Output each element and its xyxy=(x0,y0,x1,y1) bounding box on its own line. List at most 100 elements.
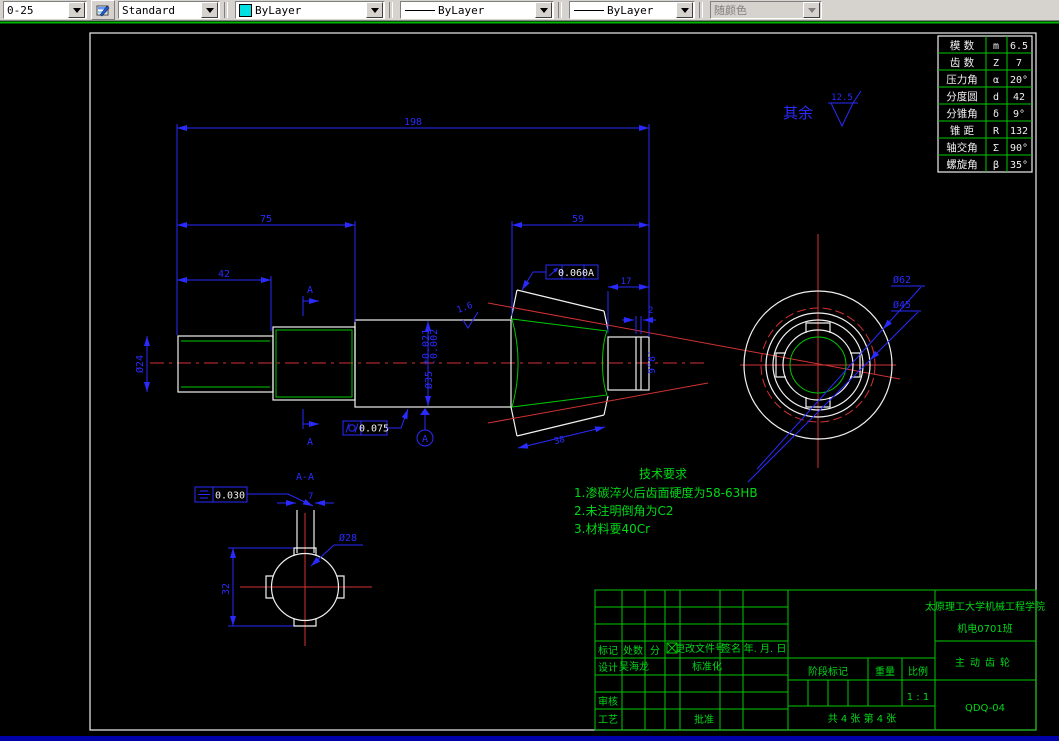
chevron-down-icon xyxy=(370,7,379,13)
svg-text:42: 42 xyxy=(218,269,230,280)
param-value: 42 xyxy=(1013,92,1025,103)
properties-toolbar: 0-25 Standard ByLayer ByLayer ByLayer 随颜… xyxy=(0,0,1059,21)
designer-name: 吴海龙 xyxy=(619,660,649,673)
layer-tool-icon xyxy=(96,5,110,17)
pitch-cone-line-upper xyxy=(487,302,901,380)
toolbar-separator xyxy=(389,2,393,18)
label-process: 工艺 xyxy=(598,714,618,726)
gear-parameter-table: 模 数 m 6.5 齿 数 Z 7 压力角 α 20° 分度圆 d 42 分锥角… xyxy=(937,35,1033,173)
scale-value: 1 : 1 xyxy=(907,692,929,703)
technical-requirements: 技术要求 1.渗碳淬火后齿面硬度为58-63HB 2.未注明倒角为C2 3.材料… xyxy=(574,467,758,536)
gdt-cylindricity-frame: 0.075 xyxy=(342,408,409,436)
svg-text:59: 59 xyxy=(572,214,584,225)
label-check: 审核 xyxy=(598,695,618,708)
svg-text:75: 75 xyxy=(260,214,272,225)
label-mark: 标记 xyxy=(598,645,618,657)
window-bottom-edge xyxy=(0,736,1059,741)
param-symbol: Σ xyxy=(993,143,999,154)
plot-style-value: 随颜色 xyxy=(714,4,747,17)
dim-dia45: Ø45 xyxy=(747,299,921,483)
section-view-aa: A-A 7 32 Ø28 0.030 xyxy=(194,472,372,646)
svg-text:0.060: 0.060 xyxy=(558,268,588,279)
param-label: 分锥角 xyxy=(946,108,978,120)
param-symbol: m xyxy=(993,41,999,52)
svg-text:Ø28: Ø28 xyxy=(339,532,357,544)
label-doc-no: 更改文件号 xyxy=(675,642,725,655)
color-swatch-cyan xyxy=(239,3,252,17)
param-label: 模 数 xyxy=(950,39,975,52)
param-value: 9° xyxy=(1013,109,1025,120)
tech-item: 1.渗碳淬火后齿面硬度为58-63HB xyxy=(574,485,758,500)
layer-combo[interactable]: 0-25 xyxy=(3,1,87,19)
color-combo-dropdown[interactable] xyxy=(366,2,383,18)
label-approve: 批准 xyxy=(694,713,714,726)
gdt-runout-frame: 0.060 A xyxy=(521,264,599,291)
label-standardization: 标准化 xyxy=(692,660,722,673)
svg-text:9°8': 9°8' xyxy=(647,350,658,374)
cylindricity-symbol-icon xyxy=(348,424,356,432)
param-symbol: d xyxy=(993,92,999,103)
section-cut-mark-top: A xyxy=(302,285,319,316)
dim-42: 42 xyxy=(177,269,272,331)
dim-dia35: Ø35 +0.021 -0.002 xyxy=(421,321,440,406)
chevron-down-icon xyxy=(680,7,689,13)
text-style-dropdown[interactable] xyxy=(201,2,218,18)
linetype-combo[interactable]: ByLayer xyxy=(400,1,554,19)
section-cut-mark-bottom: A xyxy=(302,409,319,448)
tech-item: 2.未注明倒角为C2 xyxy=(574,503,673,518)
label-design: 设计 xyxy=(598,661,618,674)
svg-text:Ø45: Ø45 xyxy=(893,299,911,311)
svg-text:7: 7 xyxy=(308,492,313,502)
chevron-down-icon xyxy=(72,7,81,13)
section-mark-letter: A xyxy=(307,285,313,296)
param-label: 螺旋角 xyxy=(946,158,978,171)
side-view: Ø62 Ø45 xyxy=(740,234,925,483)
lineweight-combo-value: ByLayer xyxy=(607,3,654,17)
color-combo[interactable]: ByLayer xyxy=(235,1,385,19)
svg-text:Ø62: Ø62 xyxy=(893,274,911,286)
lineweight-combo[interactable]: ByLayer xyxy=(569,1,695,19)
dim-dia24: Ø24 xyxy=(134,336,150,392)
lineweight-swatch xyxy=(574,9,604,11)
svg-text:38: 38 xyxy=(553,435,566,447)
cad-application: 0-25 Standard ByLayer ByLayer ByLayer 随颜… xyxy=(0,0,1059,741)
drawing-frame xyxy=(89,32,1037,731)
drawing-canvas[interactable]: 模 数 m 6.5 齿 数 Z 7 压力角 α 20° 分度圆 d 42 分锥角… xyxy=(0,20,1059,741)
dim-198: 198 xyxy=(176,117,650,337)
param-label: 轴交角 xyxy=(946,141,978,154)
shaft-section-1 xyxy=(177,335,274,393)
text-style-combo[interactable]: Standard xyxy=(118,1,220,19)
svg-text:A: A xyxy=(422,434,428,445)
param-label: 分度圆 xyxy=(946,90,978,103)
section-title: A-A xyxy=(296,472,314,483)
drawing-number: QDQ-04 xyxy=(965,703,1005,714)
make-layer-current-button[interactable] xyxy=(91,0,115,20)
layer-combo-dropdown[interactable] xyxy=(68,2,85,18)
section-mark-letter: A xyxy=(307,437,313,448)
general-roughness-note: 其余 12.5 xyxy=(783,90,862,128)
param-value: 20° xyxy=(1010,75,1028,86)
svg-text:32: 32 xyxy=(221,583,232,595)
param-value: 132 xyxy=(1010,126,1028,137)
svg-text:0.030: 0.030 xyxy=(215,491,245,502)
chevron-down-icon xyxy=(205,7,214,13)
lineweight-combo-dropdown[interactable] xyxy=(676,2,693,18)
label-zone: 分 xyxy=(650,645,660,657)
plot-style-combo: 随颜色 xyxy=(710,1,822,19)
svg-text:198: 198 xyxy=(404,117,422,128)
linetype-swatch xyxy=(405,9,435,11)
linetype-combo-dropdown[interactable] xyxy=(535,2,552,18)
dim-17: 17 xyxy=(607,277,649,333)
param-symbol: Z xyxy=(993,58,999,69)
linetype-combo-value: ByLayer xyxy=(438,3,485,17)
svg-text:2: 2 xyxy=(648,306,653,316)
front-view: A A 198 75 59 42 17 2 Ø24 Ø35 +0.021 -0.… xyxy=(134,117,901,449)
dim-2: 2 xyxy=(622,306,656,334)
tech-title: 技术要求 xyxy=(639,467,687,481)
color-combo-value: ByLayer xyxy=(255,3,302,17)
label-weight: 重量 xyxy=(875,665,895,678)
part-name: 主动齿轮 xyxy=(955,656,1015,669)
text-style-value: Standard xyxy=(122,3,175,17)
roughness-1-6: 1.6 xyxy=(456,301,479,329)
svg-text:0.075: 0.075 xyxy=(359,424,389,435)
